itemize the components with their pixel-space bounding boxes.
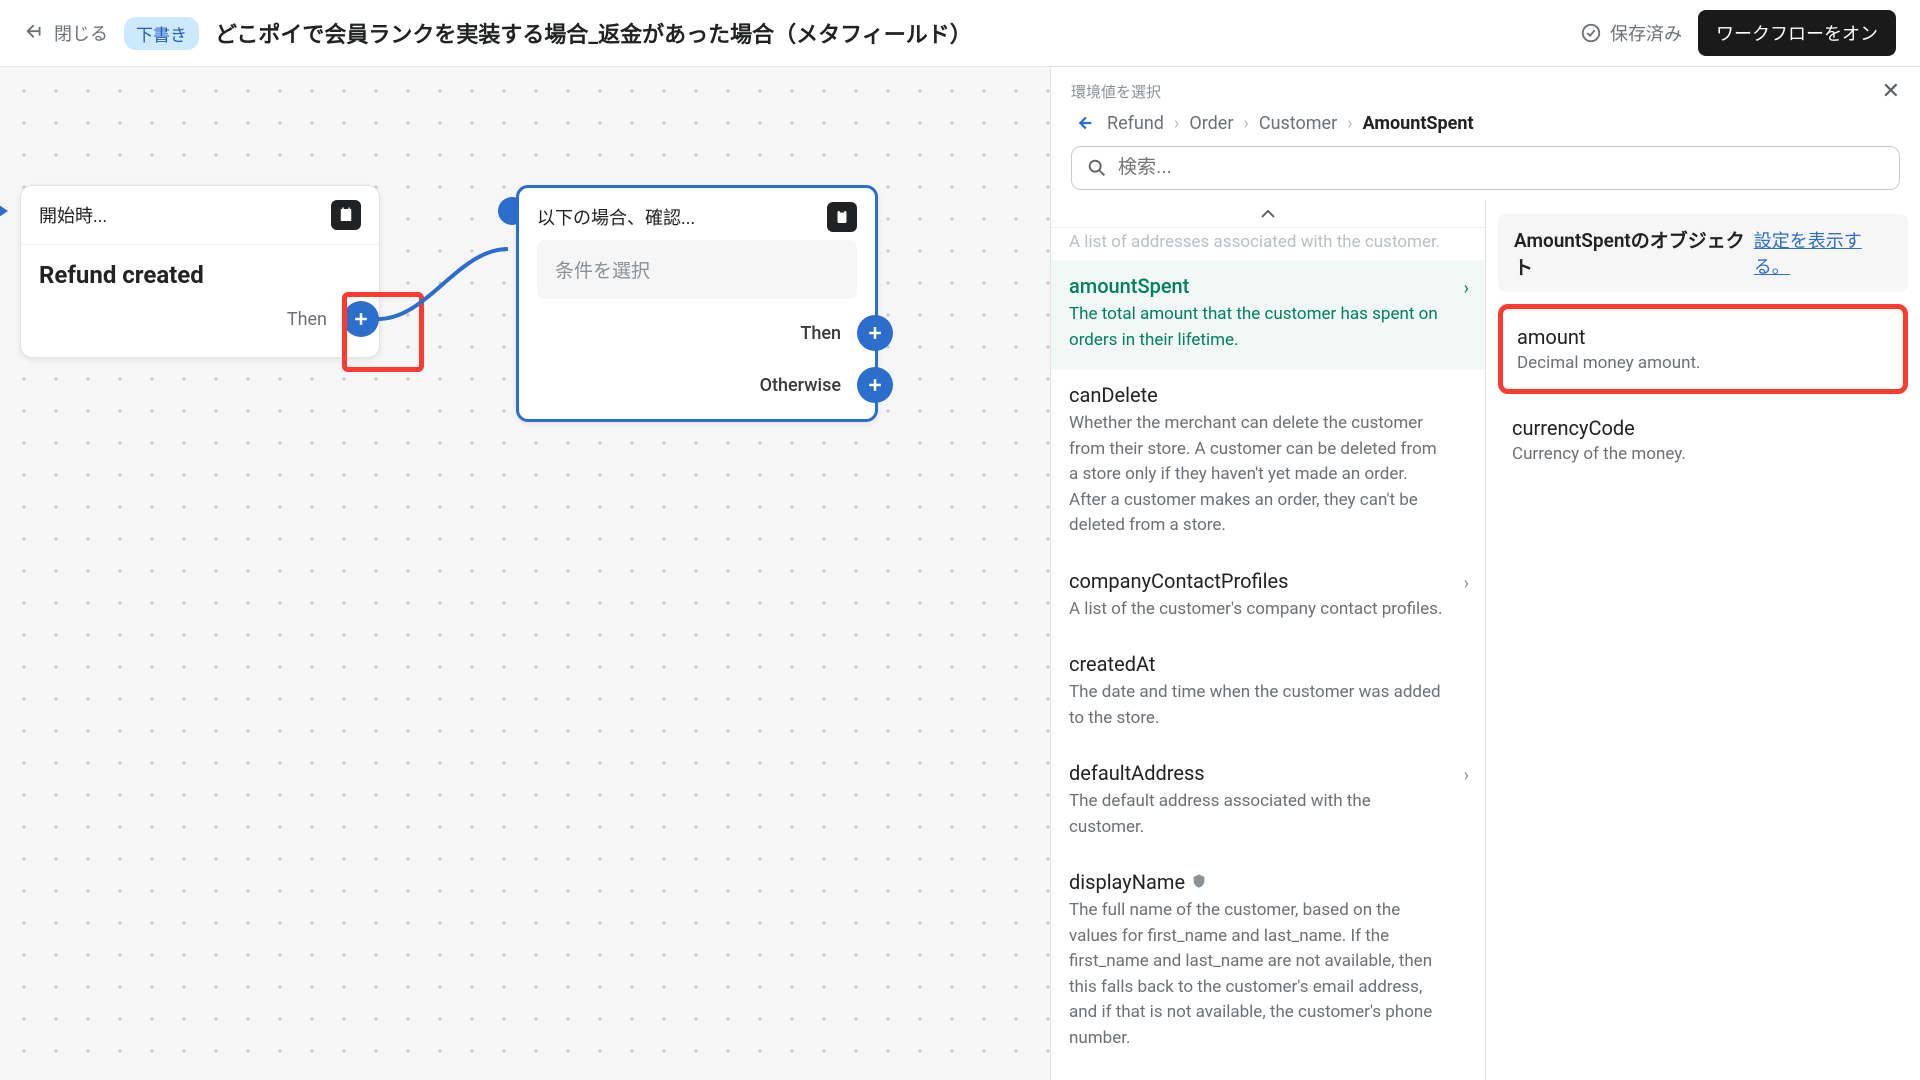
detail-field-name: amount [1517,325,1889,349]
variable-desc: The date and time when the customer was … [1069,680,1467,731]
refund-icon [331,200,361,230]
variable-list[interactable]: A list of addresses associated with the … [1051,200,1486,1080]
variable-item-canDelete[interactable]: canDelete Whether the merchant can delete… [1051,369,1485,555]
variable-item-createdAt[interactable]: createdAt The date and time when the cust… [1051,638,1485,747]
show-settings-link[interactable]: 設定を表示する。 [1754,227,1892,279]
close-button[interactable]: 閉じる [24,20,108,46]
turn-on-workflow-button[interactable]: ワークフローをオン [1698,10,1896,56]
workflow-title: どこポイで会員ランクを実装する場合_返金があった場合（メタフィールド） [215,17,972,49]
check-circle-icon [1580,22,1602,44]
condition-node[interactable]: 以下の場合、確認... 条件を選択 Then Otherwise [516,185,878,422]
breadcrumb-item-0[interactable]: Refund [1107,113,1164,134]
previous-item-desc: A list of addresses associated with the … [1051,228,1485,260]
start-play-icon [0,199,8,223]
breadcrumb-item-1[interactable]: Order [1189,113,1233,134]
variable-item-defaultAddress[interactable]: defaultAddress The default address associ… [1051,747,1485,856]
variable-name: defaultAddress [1069,761,1467,785]
variable-item-displayName[interactable]: displayName The full name of the custome… [1051,856,1485,1067]
condition-then-label: Then [800,323,841,344]
chevron-right-icon: › [1464,573,1469,594]
condition-node-header: 以下の場合、確認... [519,188,875,240]
detail-field-desc: Decimal money amount. [1517,353,1889,373]
variable-desc: Whether the merchant can delete the cust… [1069,411,1467,539]
detail-field-name: currencyCode [1512,416,1894,440]
workflow-canvas[interactable]: 開始時... Refund created Then [0,67,1050,1080]
chevron-right-icon: › [1174,113,1179,134]
variable-picker-panel: 環境値を選択 ✕ Refund › Order › Customer › Amo… [1050,67,1920,1080]
search-icon [1086,157,1108,179]
trigger-event-name: Refund created [39,261,361,289]
variable-detail: AmountSpentのオブジェクト 設定を表示する。 amount Decima… [1486,200,1920,1080]
shield-icon [1191,870,1207,894]
chevron-right-icon: › [1347,113,1352,134]
saved-label: 保存済み [1610,20,1682,46]
breadcrumb: Refund › Order › Customer › AmountSpent [1071,110,1900,136]
detail-field-desc: Currency of the money. [1512,444,1894,464]
variable-item-email[interactable]: email The customer's email address. [1051,1067,1485,1080]
add-then-step-button[interactable] [857,315,893,351]
search-input[interactable] [1118,157,1885,179]
draft-badge: 下書き [124,17,199,50]
variable-desc: The full name of the customer, based on … [1069,898,1467,1051]
trigger-node[interactable]: 開始時... Refund created Then [20,185,380,358]
variable-item-companyContactProfiles[interactable]: companyContactProfiles A list of the cust… [1051,555,1485,639]
detail-title: AmountSpentのオブジェクト [1514,226,1754,280]
chevron-right-icon: › [1464,278,1469,299]
variable-desc: The total amount that the customer has s… [1069,302,1467,353]
chevron-right-icon: › [1243,113,1248,134]
variable-name: createdAt [1069,652,1467,676]
variable-desc: A list of the customer's company contact… [1069,597,1467,623]
breadcrumb-item-2[interactable]: Customer [1259,113,1337,134]
trigger-then-label: Then [287,309,327,330]
chevron-right-icon: › [1464,765,1469,786]
condition-node-title: 以下の場合、確認... [537,204,695,230]
add-step-button[interactable] [343,301,379,337]
search-field[interactable] [1071,146,1900,190]
saved-status: 保存済み [1580,20,1682,46]
trigger-node-title: 開始時... [39,202,107,228]
condition-otherwise-label: Otherwise [760,375,841,396]
detail-field-amount[interactable]: amount Decimal money amount. [1498,304,1908,394]
main: 開始時... Refund created Then [0,67,1920,1080]
add-otherwise-step-button[interactable] [857,367,893,403]
variable-name: amountSpent [1069,274,1467,298]
header-left: 閉じる 下書き どこポイで会員ランクを実装する場合_返金があった場合（メタフィー… [24,17,1580,50]
scroll-up-indicator[interactable] [1051,200,1485,228]
variable-name: companyContactProfiles [1069,569,1467,593]
detail-field-currencyCode[interactable]: currencyCode Currency of the money. [1498,400,1908,480]
variable-desc: The default address associated with the … [1069,789,1467,840]
connector-line [378,239,518,329]
clipboard-icon [827,202,857,232]
variable-name: displayName [1069,870,1467,894]
trigger-node-header: 開始時... [21,186,379,245]
header-right: 保存済み ワークフローをオン [1580,10,1896,56]
variable-name: canDelete [1069,383,1467,407]
condition-placeholder[interactable]: 条件を選択 [537,240,857,299]
close-label: 閉じる [54,20,108,46]
back-arrow-icon [24,22,46,44]
detail-header: AmountSpentのオブジェクト 設定を表示する。 [1498,214,1908,292]
breadcrumb-back-button[interactable] [1071,110,1097,136]
breadcrumb-current: AmountSpent [1363,113,1474,134]
top-header: 閉じる 下書き どこポイで会員ランクを実装する場合_返金があった場合（メタフィー… [0,0,1920,67]
variable-item-amountSpent[interactable]: amountSpent The total amount that the cus… [1051,260,1485,369]
panel-subtitle: 環境値を選択 [1071,81,1161,102]
panel-close-button[interactable]: ✕ [1882,79,1900,104]
